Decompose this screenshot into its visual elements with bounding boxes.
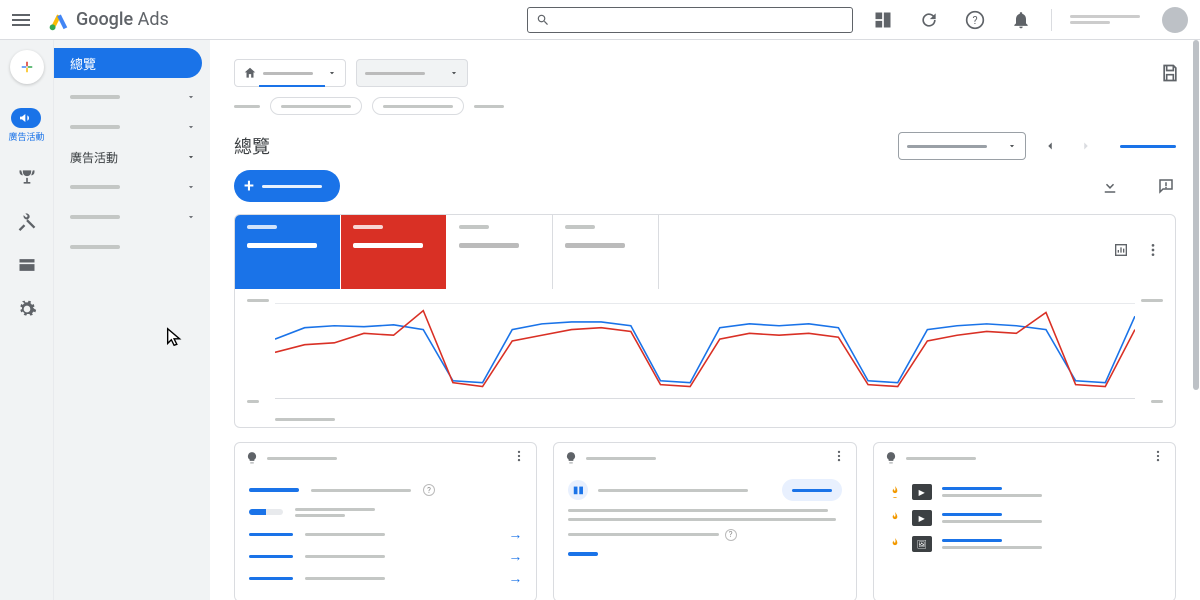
new-campaign-button[interactable]: +: [234, 170, 340, 202]
rail-goals[interactable]: [17, 167, 37, 187]
home-icon: [243, 66, 257, 80]
bulb-icon: [245, 451, 259, 465]
plus-icon: +: [244, 176, 254, 197]
feedback-icon[interactable]: [1156, 176, 1176, 196]
metric-tab-3[interactable]: [447, 215, 553, 289]
chevron-down-icon: [186, 122, 196, 132]
recommendation-item[interactable]: →: [249, 567, 522, 589]
performance-chart: [235, 289, 1175, 427]
metric-tab-4[interactable]: [553, 215, 659, 289]
chevron-down-icon: [186, 92, 196, 102]
icon-rail: 廣告活動: [0, 40, 54, 600]
chart-expand-icon[interactable]: [1113, 242, 1129, 262]
google-ads-logo-icon: [48, 9, 70, 31]
save-view-icon[interactable]: [1160, 63, 1180, 83]
bulb-icon: [564, 451, 578, 465]
optimization-score-card: ? → → →: [234, 442, 537, 600]
app-header: Google Ads ?: [0, 0, 1200, 40]
dropdown-icon: [1007, 141, 1017, 151]
fire-icon: [888, 485, 902, 499]
logo-text: Google Ads: [76, 9, 169, 30]
recommendation-item[interactable]: →: [249, 545, 522, 567]
rail-campaigns[interactable]: 廣告活動: [8, 108, 44, 143]
notifications-icon[interactable]: [1011, 10, 1031, 30]
search-icon: [536, 13, 550, 27]
account-selector[interactable]: [234, 59, 346, 87]
metric-tab-impressions[interactable]: [341, 215, 447, 289]
bulb-icon: [884, 451, 898, 465]
secondary-nav: 總覽 廣告活動: [54, 40, 210, 600]
compare-toggle[interactable]: [1120, 145, 1176, 148]
nav-adgroups[interactable]: [54, 172, 210, 202]
page-title: 總覽: [234, 133, 270, 159]
insight-type-icon: ▮▮: [568, 480, 588, 500]
asset-list-item[interactable]: 🖼: [888, 531, 1161, 557]
card-more-icon[interactable]: [1145, 242, 1161, 262]
asset-list-item[interactable]: ▶: [888, 479, 1161, 505]
asset-list-item[interactable]: ▶: [888, 505, 1161, 531]
chevron-down-icon: [186, 212, 196, 222]
date-range-selector[interactable]: [898, 132, 1026, 160]
recommendation-item[interactable]: →: [249, 523, 522, 545]
chevron-down-icon: [186, 182, 196, 192]
megaphone-icon: [18, 110, 34, 126]
tools-icon: [17, 211, 37, 231]
avatar[interactable]: [1162, 7, 1188, 33]
filter-chip[interactable]: [270, 97, 362, 115]
logo[interactable]: Google Ads: [48, 9, 169, 31]
video-icon: ▶: [912, 510, 932, 526]
card-more-icon[interactable]: [512, 449, 526, 467]
dropdown-icon: [327, 68, 337, 78]
insight-badge[interactable]: [782, 479, 842, 501]
fire-icon: [888, 537, 902, 551]
scrollbar[interactable]: [1192, 40, 1200, 600]
date-prev-button[interactable]: [1038, 134, 1062, 158]
rail-billing[interactable]: [17, 255, 37, 275]
chevron-down-icon: [186, 152, 196, 162]
card-more-icon[interactable]: [832, 449, 846, 467]
search-input[interactable]: [527, 7, 853, 33]
nav-more[interactable]: [54, 232, 210, 262]
menu-icon[interactable]: [12, 8, 36, 32]
date-next-button: [1074, 134, 1098, 158]
insight-view-link[interactable]: [568, 552, 598, 556]
insights-card: ▮▮ ?: [553, 442, 856, 600]
nav-ads[interactable]: [54, 202, 210, 232]
info-icon[interactable]: ?: [725, 529, 737, 541]
rail-admin[interactable]: [17, 299, 37, 319]
gear-icon: [17, 299, 37, 319]
info-icon[interactable]: ?: [423, 484, 435, 496]
card-icon: [17, 255, 37, 275]
nav-recommendations[interactable]: [54, 82, 210, 112]
refresh-icon[interactable]: [919, 10, 939, 30]
nav-overview[interactable]: 總覽: [54, 48, 202, 78]
filter-chips-row: [210, 96, 1200, 116]
campaign-selector[interactable]: [356, 59, 468, 87]
rail-tools[interactable]: [17, 211, 37, 231]
trophy-icon: [17, 167, 37, 187]
svg-text:?: ?: [972, 14, 977, 27]
nav-campaigns[interactable]: 廣告活動: [54, 142, 210, 172]
help-icon[interactable]: ?: [965, 10, 985, 30]
create-button[interactable]: [10, 50, 44, 84]
card-more-icon[interactable]: [1151, 449, 1165, 467]
header-actions: ?: [873, 10, 1031, 30]
fire-icon: [888, 511, 902, 525]
performance-scorecard: [234, 214, 1176, 428]
metric-tab-clicks[interactable]: [235, 215, 341, 289]
optimization-progress: [249, 509, 283, 515]
image-icon: 🖼: [912, 536, 932, 552]
reports-icon[interactable]: [873, 10, 893, 30]
filter-chip[interactable]: [372, 97, 464, 115]
top-assets-card: ▶ ▶ 🖼: [873, 442, 1176, 600]
dropdown-icon: [449, 68, 459, 78]
nav-insights[interactable]: [54, 112, 210, 142]
main-content: 總覽 +: [210, 40, 1200, 600]
account-switcher[interactable]: [1070, 15, 1140, 24]
download-icon[interactable]: [1100, 176, 1120, 196]
video-icon: ▶: [912, 484, 932, 500]
